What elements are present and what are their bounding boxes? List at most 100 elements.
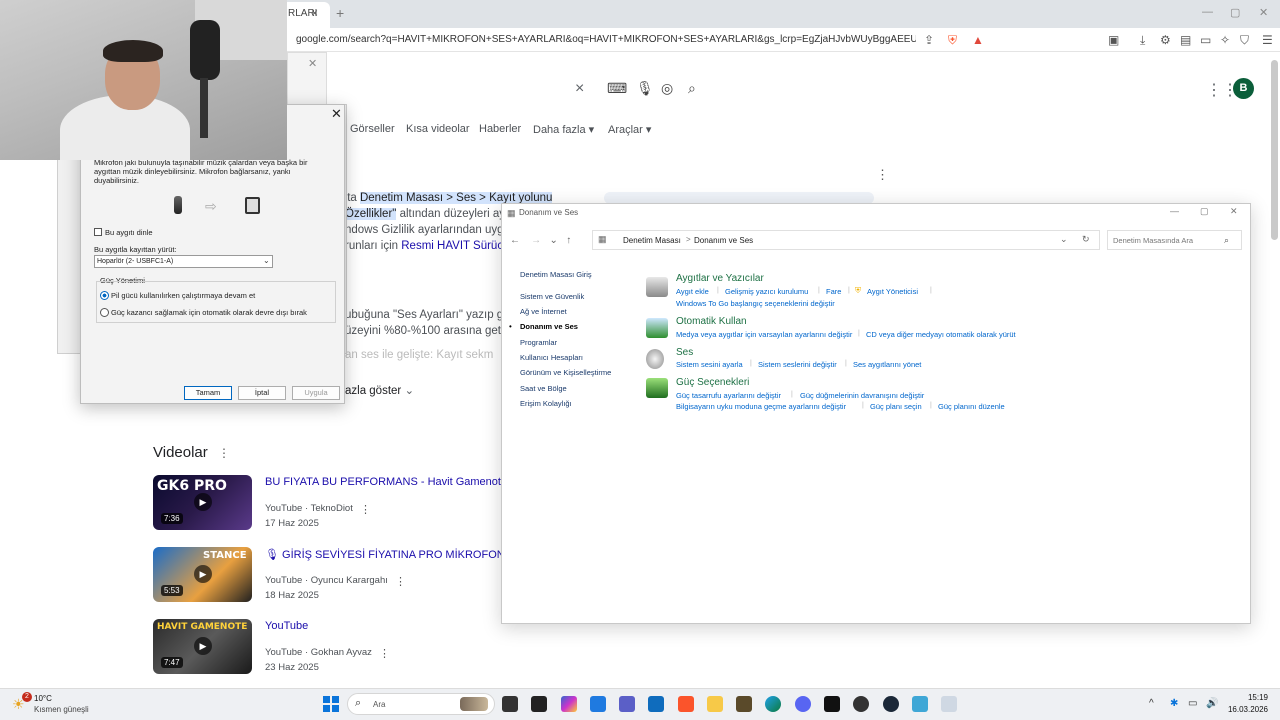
result-menu-icon[interactable]: ⋮ xyxy=(876,167,889,183)
sidebar-item-home[interactable]: Denetim Masası Giriş xyxy=(520,270,592,279)
microphone-icon[interactable]: 🎙 xyxy=(636,80,654,97)
link-advanced-printer[interactable]: Gelişmiş yazıcı kurulumu xyxy=(725,287,808,296)
weather-description[interactable]: Kısmen güneşli xyxy=(34,705,89,714)
volume-icon[interactable]: 🔊 xyxy=(1206,698,1218,709)
driver-link[interactable]: Resmi HAVIT Sürücü xyxy=(401,240,509,252)
link-sleep-settings[interactable]: Bilgisayarın uyku moduna geçme ayarların… xyxy=(676,402,846,411)
dialog-close-icon[interactable]: ✕ xyxy=(331,106,342,122)
task-view-icon[interactable] xyxy=(502,696,518,712)
sidebar-item-network[interactable]: Ağ ve İnternet xyxy=(520,307,567,316)
reader-icon[interactable]: ▤ xyxy=(1180,33,1191,47)
epic-games-icon[interactable] xyxy=(531,696,547,712)
listen-checkbox[interactable] xyxy=(94,228,102,236)
clock-date[interactable]: 16.03.2026 xyxy=(1222,705,1268,714)
maximize-icon[interactable]: ▢ xyxy=(1200,206,1209,217)
refresh-icon[interactable]: ↻ xyxy=(1082,234,1090,245)
link-system-sounds[interactable]: Sistem seslerini değiştir xyxy=(758,360,837,369)
wallet-icon[interactable]: ▭ xyxy=(1200,33,1211,47)
radio-disable[interactable] xyxy=(100,308,109,317)
show-more-button[interactable]: azla göster ⌄ xyxy=(345,383,414,397)
section-devices-printers[interactable]: Aygıtlar ve Yazıcılar xyxy=(676,273,764,284)
back-icon[interactable]: ← xyxy=(510,235,520,246)
keyboard-icon[interactable]: ⌨ xyxy=(607,80,627,97)
tab-images[interactable]: Görseller xyxy=(350,123,395,135)
apply-button[interactable]: Uygula xyxy=(292,386,340,400)
news-icon[interactable] xyxy=(648,696,664,712)
link-choose-power-plan[interactable]: Güç planı seçin xyxy=(870,402,922,411)
tab-more[interactable]: Daha fazla ▾ xyxy=(533,123,594,136)
link-edit-power-plan[interactable]: Güç planını düzenle xyxy=(938,402,1005,411)
sidebar-item-appearance[interactable]: Görünüm ve Kişiselleştirme xyxy=(520,368,611,377)
videos-menu-icon[interactable]: ⋮ xyxy=(218,446,230,460)
link-device-manager[interactable]: Aygıt Yöneticisi xyxy=(867,287,918,296)
file-explorer-icon[interactable] xyxy=(707,696,723,712)
store-icon[interactable] xyxy=(590,696,606,712)
section-power-options[interactable]: Güç Seçenekleri xyxy=(676,377,749,388)
bluetooth-icon[interactable]: ✱ xyxy=(1170,698,1178,709)
video-title[interactable]: BU FIYATA BU PERFORMANS - Havit Gamenote xyxy=(265,476,501,488)
link-system-volume[interactable]: Sistem sesini ayarla xyxy=(676,360,743,369)
sidebar-item-user-accounts[interactable]: Kullanıcı Hesapları xyxy=(520,353,583,362)
copilot-icon[interactable] xyxy=(561,696,577,712)
new-tab-button[interactable]: + xyxy=(336,5,344,21)
link-cd-autoplay[interactable]: CD veya diğer medyayı otomatik olarak yü… xyxy=(866,330,1016,339)
control-panel-taskbar-icon[interactable] xyxy=(912,696,928,712)
link-windows-to-go[interactable]: Windows To Go başlangıç seçeneklerini de… xyxy=(676,299,835,308)
video-thumbnail[interactable]: STANCE ▶ 5:53 xyxy=(153,547,252,602)
link-mouse[interactable]: Fare xyxy=(826,287,841,296)
radio-continue[interactable] xyxy=(100,291,109,300)
chevron-down-icon[interactable]: ⌄ xyxy=(263,256,270,265)
vpn-icon[interactable]: ⛉ xyxy=(1240,33,1249,48)
extensions-icon[interactable]: ⚙ xyxy=(1160,33,1171,47)
link-power-saving[interactable]: Güç tasarrufu ayarlarını değiştir xyxy=(676,391,781,400)
menu-icon[interactable]: ☰ xyxy=(1262,33,1273,47)
tab-tools[interactable]: Araçlar ▾ xyxy=(608,123,651,136)
share-icon[interactable]: ⇪ xyxy=(924,33,934,47)
brave-shield-icon[interactable]: ⛨ xyxy=(948,33,957,48)
clock-time[interactable]: 15:19 xyxy=(1222,693,1268,702)
search-icon[interactable]: ⌕ xyxy=(688,80,696,97)
sidebar-item-programs[interactable]: Programlar xyxy=(520,338,557,347)
link-power-buttons[interactable]: Güç düğmelerinin davranışını değiştir xyxy=(800,391,924,400)
minimize-icon[interactable]: — xyxy=(1170,206,1179,216)
breadcrumb-control-panel[interactable]: Denetim Masası xyxy=(623,236,681,245)
tab-news[interactable]: Haberler xyxy=(479,123,521,135)
brave-icon[interactable] xyxy=(678,696,694,712)
section-autoplay[interactable]: Otomatik Kullan xyxy=(676,316,747,327)
recent-icon[interactable]: ⌄ xyxy=(549,235,557,246)
minimize-icon[interactable]: — xyxy=(1202,6,1213,18)
background-dialog-close-icon[interactable]: ✕ xyxy=(308,57,317,70)
chevron-down-icon[interactable]: ⌄ xyxy=(1060,234,1068,245)
sidebar-item-system-security[interactable]: Sistem ve Güvenlik xyxy=(520,292,584,301)
up-icon[interactable]: ↑ xyxy=(566,235,571,246)
download-icon[interactable]: ⤓ xyxy=(1140,33,1145,48)
lens-icon[interactable]: ◎ xyxy=(661,80,673,97)
teams-icon[interactable] xyxy=(619,696,635,712)
obs-icon[interactable] xyxy=(853,696,869,712)
edge-icon[interactable] xyxy=(765,696,781,712)
sidebar-item-accessibility[interactable]: Erişim Kolaylığı xyxy=(520,399,572,408)
video-title[interactable]: YouTube xyxy=(265,620,501,632)
close-icon[interactable]: ✕ xyxy=(1259,6,1268,19)
tray-overflow-icon[interactable]: ^ xyxy=(1149,698,1154,709)
sidebar-icon[interactable]: ▣ xyxy=(1108,33,1119,47)
video-menu-icon[interactable]: ⋮ xyxy=(395,575,406,588)
url-field[interactable]: google.com/search?q=HAVIT+MİKROFON+SES+A… xyxy=(296,34,916,45)
maximize-icon[interactable]: ▢ xyxy=(1230,6,1240,19)
video-menu-icon[interactable]: ⋮ xyxy=(360,503,371,516)
link-media-defaults[interactable]: Medya veya aygıtlar için varsayılan ayar… xyxy=(676,330,852,339)
cancel-button[interactable]: İptal xyxy=(238,386,286,400)
link-manage-audio-devices[interactable]: Ses aygıtlarını yönet xyxy=(853,360,921,369)
weather-temperature[interactable]: 10°C xyxy=(34,694,52,703)
active-app-icon[interactable] xyxy=(941,696,957,712)
minecraft-icon[interactable] xyxy=(736,696,752,712)
video-title[interactable]: 🎙 GİRİŞ SEVİYESİ FİYATINA PRO MİKROFON / xyxy=(265,548,501,561)
leo-icon[interactable]: ✧ xyxy=(1220,33,1230,47)
page-scrollbar[interactable] xyxy=(1271,60,1278,240)
tab-short-videos[interactable]: Kısa videolar xyxy=(406,123,470,135)
breadcrumb-hardware-sound[interactable]: Donanım ve Ses xyxy=(694,236,753,245)
search-icon[interactable]: ⌕ xyxy=(1224,235,1229,246)
forward-icon[interactable]: → xyxy=(531,235,541,246)
section-sound[interactable]: Ses xyxy=(676,347,693,358)
close-icon[interactable]: ✕ xyxy=(1230,206,1238,217)
